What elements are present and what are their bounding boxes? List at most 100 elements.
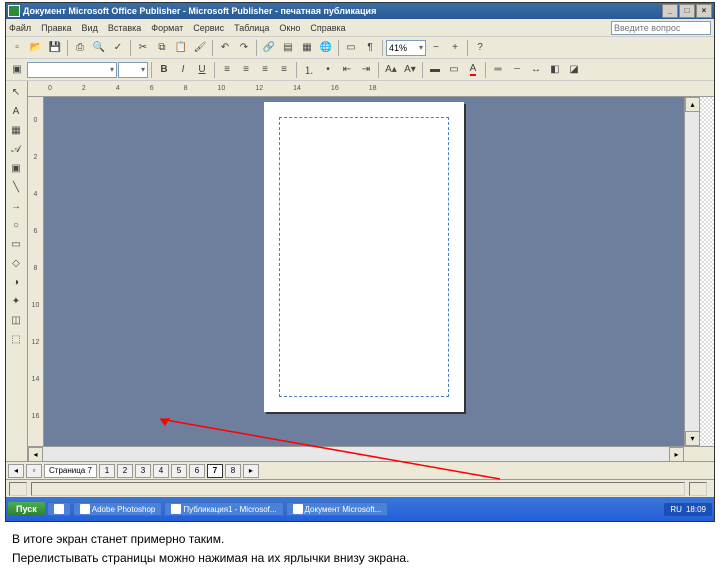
fontsize-combo[interactable] <box>118 62 148 78</box>
dash-style-icon[interactable]: ┄ <box>508 61 526 79</box>
taskbar-app-2[interactable]: Публикация1 - Microsof... <box>164 502 283 516</box>
indent-dec-icon[interactable]: ⇤ <box>338 61 356 79</box>
zoom-in-icon[interactable]: + <box>446 39 464 57</box>
list-num-icon[interactable]: ⒈ <box>300 61 318 79</box>
page-sorter-next-icon[interactable]: ▸ <box>243 464 259 478</box>
line-color-icon[interactable]: ▭ <box>445 61 463 79</box>
line-tool-icon[interactable]: ╲ <box>7 178 25 196</box>
menu-tools[interactable]: Сервис <box>193 23 224 33</box>
undo-icon[interactable]: ↶ <box>216 39 234 57</box>
menu-edit[interactable]: Правка <box>41 23 71 33</box>
webpage-icon[interactable]: 🌐 <box>317 39 335 57</box>
print-icon[interactable]: ⎙ <box>71 39 89 57</box>
arrow-style-icon[interactable]: ↔ <box>527 61 545 79</box>
page-tab-7[interactable]: 7 <box>207 464 223 478</box>
redo-icon[interactable]: ↷ <box>235 39 253 57</box>
scrollbar-vertical[interactable]: ▴ ▾ <box>684 97 699 446</box>
page-tab-3[interactable]: 3 <box>135 464 151 478</box>
border-icon[interactable]: ▭ <box>342 39 360 57</box>
scroll-down-icon[interactable]: ▾ <box>685 431 700 446</box>
taskbar-app-3[interactable]: Документ Microsoft... <box>286 502 389 516</box>
menu-window[interactable]: Окно <box>279 23 300 33</box>
align-right-icon[interactable]: ≡ <box>256 61 274 79</box>
oval-tool-icon[interactable]: ○ <box>7 216 25 234</box>
menu-view[interactable]: Вид <box>82 23 98 33</box>
table-tool-icon[interactable]: ▦ <box>7 121 25 139</box>
format-painter-icon[interactable]: 🖌 <box>191 39 209 57</box>
help-search-input[interactable] <box>611 21 711 35</box>
margin-icon[interactable]: ▣ <box>8 61 26 79</box>
close-button[interactable]: × <box>696 4 712 18</box>
table-icon[interactable]: ▦ <box>298 39 316 57</box>
italic-icon[interactable]: I <box>174 61 192 79</box>
font-combo[interactable] <box>27 62 117 78</box>
menu-file[interactable]: Файл <box>9 23 31 33</box>
select-tool-icon[interactable]: ↖ <box>7 83 25 101</box>
picture-tool-icon[interactable]: ▣ <box>7 159 25 177</box>
font-color-icon[interactable]: A <box>464 61 482 79</box>
grow-font-icon[interactable]: A▴ <box>382 61 400 79</box>
quicklaunch-icon[interactable] <box>47 502 71 516</box>
system-tray[interactable]: RU 18:09 <box>664 503 712 516</box>
page-sorter-prev-icon[interactable]: ◂ <box>8 464 24 478</box>
align-center-icon[interactable]: ≡ <box>237 61 255 79</box>
line-style-icon[interactable]: ═ <box>489 61 507 79</box>
spell-icon[interactable]: ✓ <box>109 39 127 57</box>
maximize-button[interactable]: □ <box>679 4 695 18</box>
shadow-icon[interactable]: ◧ <box>546 61 564 79</box>
copy-icon[interactable]: ⧉ <box>153 39 171 57</box>
page-tab-4[interactable]: 4 <box>153 464 169 478</box>
wordart-tool-icon[interactable]: 𝒜 <box>7 140 25 158</box>
cut-icon[interactable]: ✂ <box>134 39 152 57</box>
page[interactable] <box>264 102 464 412</box>
page-tab-5[interactable]: 5 <box>171 464 187 478</box>
page-tab-8[interactable]: 8 <box>225 464 241 478</box>
help-icon[interactable]: ? <box>471 39 489 57</box>
bold-icon[interactable]: B <box>155 61 173 79</box>
textbox-tool-icon[interactable]: A <box>7 102 25 120</box>
new-icon[interactable]: ▫ <box>8 39 26 57</box>
fill-color-icon[interactable]: ▬ <box>426 61 444 79</box>
link-icon[interactable]: 🔗 <box>260 39 278 57</box>
justify-icon[interactable]: ≡ <box>275 61 293 79</box>
open-icon[interactable]: 📂 <box>27 39 45 57</box>
page-sorter-thumb-icon[interactable]: ▫ <box>26 464 42 478</box>
list-bul-icon[interactable]: • <box>319 61 337 79</box>
start-button[interactable]: Пуск <box>8 502 45 516</box>
minimize-button[interactable]: _ <box>662 4 678 18</box>
preview-icon[interactable]: 🔍 <box>90 39 108 57</box>
web-tool-icon[interactable]: ⬚ <box>7 330 25 348</box>
page-margin-guide <box>279 117 449 397</box>
columns-icon[interactable]: ▤ <box>279 39 297 57</box>
scroll-up-icon[interactable]: ▴ <box>685 97 700 112</box>
underline-icon[interactable]: U <box>193 61 211 79</box>
canvas[interactable] <box>44 97 684 446</box>
zoom-combo[interactable]: 41% <box>386 40 426 56</box>
3d-icon[interactable]: ◪ <box>565 61 583 79</box>
page-tab-2[interactable]: 2 <box>117 464 133 478</box>
shrink-font-icon[interactable]: A▾ <box>401 61 419 79</box>
menu-format[interactable]: Формат <box>151 23 183 33</box>
zoom-out-icon[interactable]: − <box>427 39 445 57</box>
save-icon[interactable]: 💾 <box>46 39 64 57</box>
rect-tool-icon[interactable]: ▭ <box>7 235 25 253</box>
menu-table[interactable]: Таблица <box>234 23 269 33</box>
indent-inc-icon[interactable]: ⇥ <box>357 61 375 79</box>
menu-insert[interactable]: Вставка <box>108 23 141 33</box>
page-tab-6[interactable]: 6 <box>189 464 205 478</box>
arrow-tool-icon[interactable]: → <box>7 197 25 215</box>
design-tool-icon[interactable]: ✦ <box>7 292 25 310</box>
special-char-icon[interactable]: ¶ <box>361 39 379 57</box>
scrollbar-horizontal[interactable] <box>43 447 669 461</box>
toolbar-standard: ▫ 📂 💾 ⎙ 🔍 ✓ ✂ ⧉ 📋 🖌 ↶ ↷ 🔗 ▤ ▦ 🌐 ▭ ¶ 41% … <box>6 37 714 59</box>
menu-help[interactable]: Справка <box>310 23 345 33</box>
paste-icon[interactable]: 📋 <box>172 39 190 57</box>
bookmark-tool-icon[interactable]: ◑ <box>7 273 25 291</box>
scroll-right-icon[interactable]: ▸ <box>669 447 684 462</box>
page-tab-1[interactable]: 1 <box>99 464 115 478</box>
scroll-left-icon[interactable]: ◂ <box>28 447 43 462</box>
align-left-icon[interactable]: ≡ <box>218 61 236 79</box>
object-tool-icon[interactable]: ◫ <box>7 311 25 329</box>
taskbar-app-1[interactable]: Adobe Photoshop <box>73 502 163 516</box>
shapes-tool-icon[interactable]: ◇ <box>7 254 25 272</box>
